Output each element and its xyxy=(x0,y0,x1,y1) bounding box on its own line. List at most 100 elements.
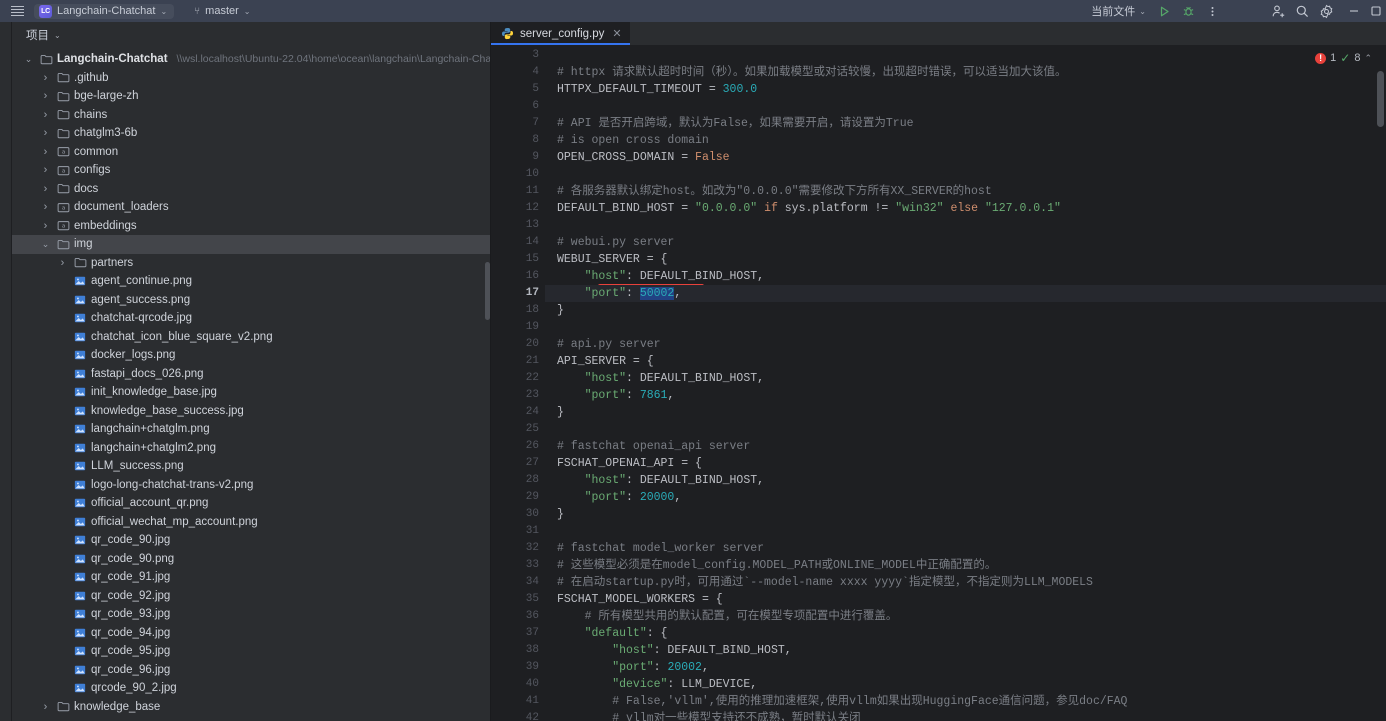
editor-vertical-scrollbar[interactable] xyxy=(1374,45,1386,721)
code-line[interactable]: "port": 20002, xyxy=(545,659,1386,676)
tree-item-docker-logs-png[interactable]: · docker_logs.png xyxy=(12,346,490,365)
main-menu-icon[interactable] xyxy=(6,0,28,22)
close-icon[interactable]: ✕ xyxy=(612,27,621,40)
chevron-right-icon[interactable]: › xyxy=(39,183,52,195)
tree-item-logo-long-chatchat-trans-v2-png[interactable]: · logo-long-chatchat-trans-v2.png xyxy=(12,476,490,495)
tree-item-qr-code-90-jpg[interactable]: · qr_code_90.jpg xyxy=(12,531,490,550)
project-file-tree[interactable]: ⌄ Langchain-Chatchat \\wsl.localhost\Ubunt… xyxy=(12,48,490,721)
chevron-right-icon[interactable]: › xyxy=(39,201,52,213)
tree-item-llm-success-png[interactable]: · LLM_success.png xyxy=(12,457,490,476)
code-line[interactable] xyxy=(545,217,1386,234)
chevron-up-icon[interactable]: ⌃ xyxy=(1364,53,1372,64)
run-configuration-selector[interactable]: 当前文件 ⌄ xyxy=(1085,0,1152,22)
code-line[interactable]: "port": 50002, xyxy=(545,285,1386,302)
tree-item-agent-success-png[interactable]: · agent_success.png xyxy=(12,291,490,310)
gear-icon[interactable] xyxy=(1314,0,1338,22)
chevron-right-icon[interactable]: › xyxy=(39,220,52,232)
code-line[interactable]: # webui.py server xyxy=(545,234,1386,251)
chevron-right-icon[interactable]: › xyxy=(39,90,52,102)
code-line[interactable]: "default": { xyxy=(545,625,1386,642)
chevron-right-icon[interactable]: › xyxy=(39,164,52,176)
code-line[interactable] xyxy=(545,421,1386,438)
code-content[interactable]: # httpx 请求默认超时时间（秒）。如果加载模型或对话较慢，出现超时错误，可… xyxy=(545,45,1386,721)
search-icon[interactable] xyxy=(1290,0,1314,22)
tree-item-official-account-qr-png[interactable]: · official_account_qr.png xyxy=(12,494,490,513)
code-line[interactable] xyxy=(545,98,1386,115)
tree-item-qr-code-92-jpg[interactable]: · qr_code_92.jpg xyxy=(12,587,490,606)
code-line[interactable]: "host": DEFAULT_BIND_HOST, xyxy=(545,642,1386,659)
tree-item-agent-continue-png[interactable]: · agent_continue.png xyxy=(12,272,490,291)
tree-item-bge-large-zh[interactable]: › bge-large-zh xyxy=(12,87,490,106)
debug-icon[interactable] xyxy=(1176,0,1200,22)
tree-item-partners[interactable]: › partners xyxy=(12,254,490,273)
tree-item-chatchat-qrcode-jpg[interactable]: · chatchat-qrcode.jpg xyxy=(12,309,490,328)
code-line[interactable]: HTTPX_DEFAULT_TIMEOUT = 300.0 xyxy=(545,81,1386,98)
code-line[interactable]: # False,'vllm',使用的推理加速框架,使用vllm如果出现Huggi… xyxy=(545,693,1386,710)
tree-item-fastapi-docs-026-png[interactable]: · fastapi_docs_026.png xyxy=(12,365,490,384)
inspection-status-widget[interactable]: ! 1 ✓ 8 ⌃ xyxy=(1315,51,1372,65)
code-line[interactable]: # vllm对一些模型支持还不成熟，暂时默认关闭 xyxy=(545,710,1386,721)
code-line[interactable]: } xyxy=(545,404,1386,421)
tree-item-qrcode-90-2-jpg[interactable]: · qrcode_90_2.jpg xyxy=(12,679,490,698)
tree-item-qr-code-90-png[interactable]: · qr_code_90.png xyxy=(12,550,490,569)
account-add-icon[interactable] xyxy=(1266,0,1290,22)
code-line[interactable] xyxy=(545,166,1386,183)
tree-item-embeddings[interactable]: › a embeddings xyxy=(12,217,490,236)
code-line[interactable]: "host": DEFAULT_BIND_HOST,💡 xyxy=(545,268,1386,285)
tree-item-init-knowledge-base-jpg[interactable]: · init_knowledge_base.jpg xyxy=(12,383,490,402)
tree-item-common[interactable]: › a common xyxy=(12,143,490,162)
code-line[interactable] xyxy=(545,319,1386,336)
chevron-right-icon[interactable]: › xyxy=(39,109,52,121)
chevron-down-icon[interactable]: ⌄ xyxy=(22,54,35,65)
code-line[interactable]: } xyxy=(545,506,1386,523)
tree-item-qr-code-96-jpg[interactable]: · qr_code_96.jpg xyxy=(12,661,490,680)
chevron-down-icon[interactable]: ⌄ xyxy=(39,239,52,250)
tree-item-knowledge-base-success-jpg[interactable]: · knowledge_base_success.jpg xyxy=(12,402,490,421)
scrollbar-thumb[interactable] xyxy=(1377,71,1384,127)
minimize-icon[interactable] xyxy=(1338,0,1370,22)
code-line[interactable]: "port": 7861, xyxy=(545,387,1386,404)
tree-item-official-wechat-mp-account-png[interactable]: · official_wechat_mp_account.png xyxy=(12,513,490,532)
code-line[interactable]: # fastchat model_worker server xyxy=(545,540,1386,557)
tree-item-document-loaders[interactable]: › a document_loaders xyxy=(12,198,490,217)
code-line[interactable]: # is open cross domain xyxy=(545,132,1386,149)
tab-server-config-py[interactable]: server_config.py ✕ xyxy=(491,22,630,45)
tree-item-chains[interactable]: › chains xyxy=(12,106,490,125)
tree-item-docs[interactable]: › docs xyxy=(12,180,490,199)
code-line[interactable]: OPEN_CROSS_DOMAIN = False xyxy=(545,149,1386,166)
code-line[interactable]: # 在启动startup.py时，可用通过`--model-name xxxx … xyxy=(545,574,1386,591)
tree-item-langchain-chatglm-png[interactable]: · langchain+chatglm.png xyxy=(12,420,490,439)
code-line[interactable]: # API 是否开启跨域，默认为False，如果需要开启，请设置为True xyxy=(545,115,1386,132)
code-line[interactable] xyxy=(545,47,1386,64)
chevron-right-icon[interactable]: › xyxy=(39,146,52,158)
project-selector[interactable]: LC Langchain-Chatchat ⌄ xyxy=(34,3,175,19)
code-line[interactable]: "device": LLM_DEVICE, xyxy=(545,676,1386,693)
tree-item-knowledge-base[interactable]: › knowledge_base xyxy=(12,698,490,717)
code-line[interactable]: FSCHAT_OPENAI_API = { xyxy=(545,455,1386,472)
code-line[interactable]: # 各服务器默认绑定host。如改为"0.0.0.0"需要修改下方所有XX_SE… xyxy=(545,183,1386,200)
tree-item-langchain-chatchat[interactable]: ⌄ Langchain-Chatchat \\wsl.localhost\Ubunt… xyxy=(12,50,490,69)
run-icon[interactable] xyxy=(1152,0,1176,22)
code-line[interactable]: # 所有模型共用的默认配置，可在模型专项配置中进行覆盖。 xyxy=(545,608,1386,625)
code-line[interactable]: FSCHAT_MODEL_WORKERS = { xyxy=(545,591,1386,608)
tree-item-qr-code-91-jpg[interactable]: · qr_code_91.jpg xyxy=(12,568,490,587)
tree-item-chatchat-icon-blue-square-v2-png[interactable]: · chatchat_icon_blue_square_v2.png xyxy=(12,328,490,347)
code-line[interactable]: "host": DEFAULT_BIND_HOST, xyxy=(545,472,1386,489)
code-line[interactable]: API_SERVER = { xyxy=(545,353,1386,370)
tree-item-configs[interactable]: › a configs xyxy=(12,161,490,180)
code-line[interactable]: # api.py server xyxy=(545,336,1386,353)
maximize-icon[interactable] xyxy=(1370,0,1386,22)
tree-item-qr-code-93-jpg[interactable]: · qr_code_93.jpg xyxy=(12,605,490,624)
tree-item-chatglm3-6b[interactable]: › chatglm3-6b xyxy=(12,124,490,143)
code-line[interactable]: "host": DEFAULT_BIND_HOST, xyxy=(545,370,1386,387)
project-panel-header[interactable]: 项目 ⌄ xyxy=(12,22,490,48)
tree-item-github[interactable]: › .github xyxy=(12,69,490,88)
tree-item-qr-code-95-jpg[interactable]: · qr_code_95.jpg xyxy=(12,642,490,661)
code-line[interactable]: } xyxy=(545,302,1386,319)
code-line[interactable]: # 这些模型必须是在model_config.MODEL_PATH或ONLINE… xyxy=(545,557,1386,574)
branch-selector[interactable]: ⑂ master ⌄ xyxy=(188,4,256,18)
tree-item-langchain-chatglm2-png[interactable]: · langchain+chatglm2.png xyxy=(12,439,490,458)
tree-item-qr-code-94-jpg[interactable]: · qr_code_94.jpg xyxy=(12,624,490,643)
chevron-right-icon[interactable]: › xyxy=(39,72,52,84)
tree-item-img[interactable]: ⌄ img xyxy=(12,235,490,254)
